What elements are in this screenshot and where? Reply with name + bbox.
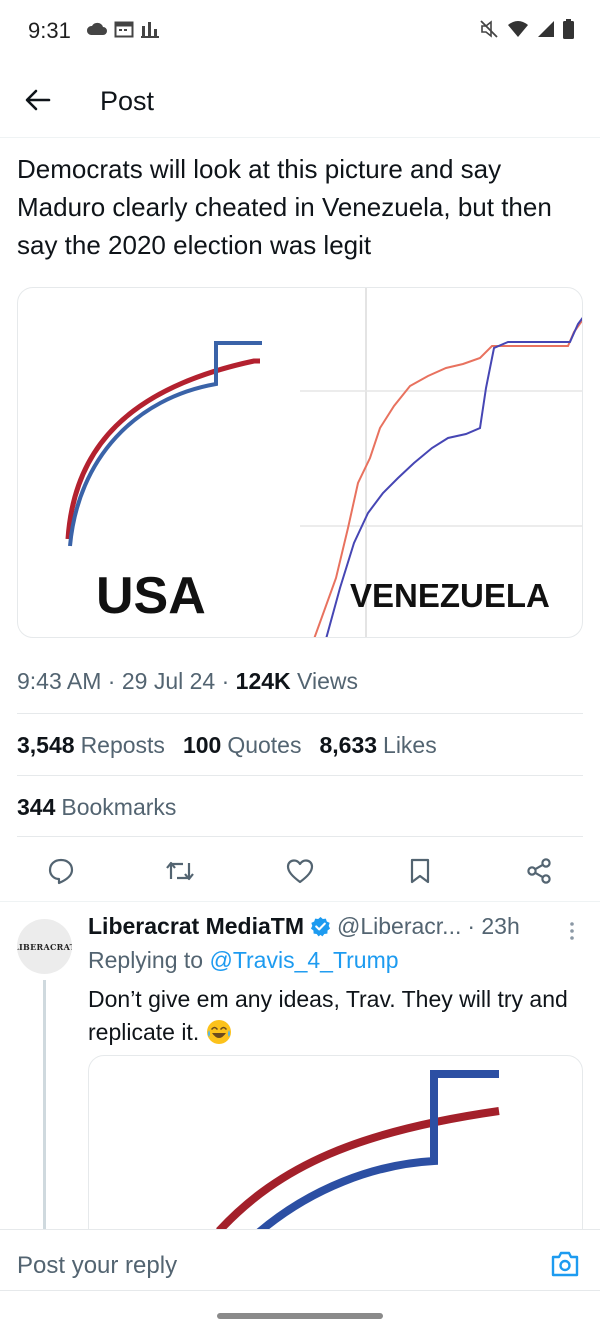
signal-icon	[537, 20, 555, 43]
action-bar	[0, 840, 600, 902]
usa-label: USA	[96, 567, 206, 625]
avatar-logo-text: LIBERACRAT	[17, 941, 72, 952]
post-text: Democrats will look at this picture and …	[17, 154, 552, 260]
wifi-icon	[507, 20, 529, 43]
reply-author-handle[interactable]: @Liberacr...	[337, 913, 461, 940]
status-time: 9:31	[28, 18, 71, 43]
battery-icon	[563, 19, 574, 44]
camera-button[interactable]	[550, 1250, 580, 1278]
divider	[17, 713, 583, 714]
post-date: 29 Jul 24	[121, 668, 216, 694]
post-time: 9:43 AM	[17, 668, 102, 694]
reply-chart-image	[216, 1070, 500, 1229]
reply-composer: Post your reply	[0, 1229, 600, 1291]
reposts-stat[interactable]: 3,548 Reposts	[17, 732, 165, 759]
like-icon	[286, 859, 314, 884]
replying-to: Replying to @Travis_4_Trump	[88, 947, 399, 973]
repost-button[interactable]	[163, 854, 197, 888]
views-count: 124K	[235, 668, 291, 694]
usa-red-curve	[65, 358, 260, 540]
cloud-icon	[86, 22, 108, 41]
comparison-image: USA VENEZUELA	[65, 288, 582, 637]
divider	[0, 1290, 600, 1291]
divider	[17, 775, 583, 776]
like-button[interactable]	[283, 854, 317, 888]
post-image[interactable]: USA VENEZUELA	[17, 287, 583, 638]
post-meta: 9:43 AM · 29 Jul 24 · 124K Views	[17, 668, 358, 694]
verified-badge-icon	[310, 916, 331, 937]
views-label: Views	[297, 668, 358, 694]
engagement-stats: 3,548 Reposts 100 Quotes 8,633 Likes	[17, 732, 437, 759]
venezuela-label: VENEZUELA	[350, 577, 550, 614]
camera-icon	[551, 1251, 579, 1277]
replying-to-link[interactable]: @Travis_4_Trump	[209, 947, 398, 973]
quotes-stat[interactable]: 100 Quotes	[183, 732, 302, 759]
reply-text: Don’t give em any ideas, Trav. They will…	[88, 986, 568, 1045]
divider	[17, 836, 583, 837]
likes-stat[interactable]: 8,633 Likes	[319, 732, 436, 759]
mute-icon	[479, 20, 499, 43]
chart-icon	[140, 20, 160, 43]
thread-line	[43, 980, 46, 1229]
bookmark-button[interactable]	[403, 854, 437, 888]
reply-icon	[48, 858, 74, 885]
status-bar: 9:31	[0, 0, 600, 62]
bookmark-icon	[410, 858, 430, 884]
reply-button[interactable]	[44, 854, 78, 888]
arrow-left-icon	[25, 89, 51, 111]
reply-image[interactable]	[88, 1055, 583, 1229]
reply-age: · 23h	[467, 913, 520, 939]
calendar-icon	[114, 20, 134, 43]
page-title: Post	[100, 86, 155, 116]
reply-tweet[interactable]: LIBERACRAT Liberacrat MediaTM @Liberacr.…	[0, 903, 600, 1229]
more-vertical-icon	[570, 922, 574, 940]
bookmarks-stat[interactable]: 344 Bookmarks	[17, 794, 176, 821]
repost-icon	[166, 861, 194, 881]
top-app-bar: Post	[0, 62, 600, 138]
reply-input[interactable]: Post your reply	[17, 1252, 177, 1280]
gesture-nav-handle[interactable]	[217, 1313, 383, 1319]
laughing-tears-emoji-icon	[206, 1019, 232, 1045]
back-button[interactable]	[20, 82, 56, 118]
share-button[interactable]	[522, 854, 556, 888]
reply-author-name[interactable]: Liberacrat MediaTM	[88, 913, 304, 940]
reply-header: Liberacrat MediaTM @Liberacr... · 23h	[88, 913, 520, 940]
avatar[interactable]: LIBERACRAT	[17, 919, 72, 974]
more-options-button[interactable]	[564, 921, 580, 941]
share-icon	[527, 858, 551, 884]
